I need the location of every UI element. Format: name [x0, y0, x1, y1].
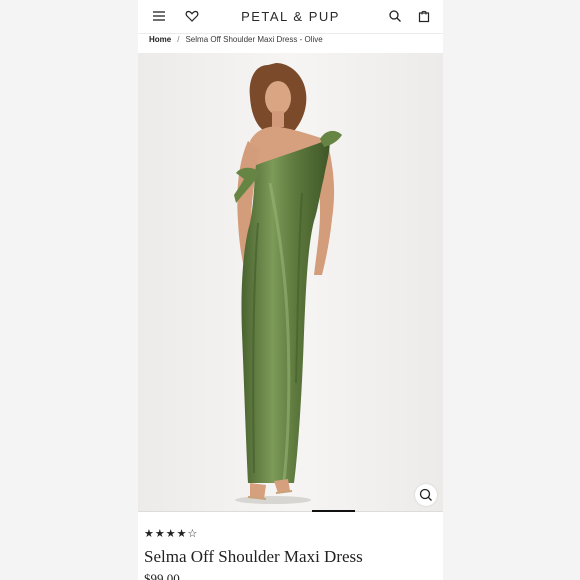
breadcrumb: Home / Selma Off Shoulder Maxi Dress - Oli… [149, 35, 323, 44]
breadcrumb-current: Selma Off Shoulder Maxi Dress - Olive [185, 35, 323, 44]
product-price: $99.00 [144, 571, 180, 580]
search-icon[interactable] [388, 9, 402, 23]
mobile-product-page: PETAL & PUP Home / Selma Off Shoulder Maxi… [138, 0, 443, 580]
breadcrumb-separator: / [177, 35, 180, 44]
product-image[interactable] [138, 53, 443, 512]
breadcrumb-home-link[interactable]: Home [149, 35, 171, 44]
model-dress-illustration [138, 53, 443, 512]
gallery-progress-indicator [312, 510, 355, 512]
site-header: PETAL & PUP [138, 0, 443, 34]
bag-icon[interactable] [417, 9, 431, 23]
gallery-progress-track [138, 510, 443, 512]
zoom-search-icon [419, 488, 432, 501]
zoom-button[interactable] [415, 484, 437, 506]
rating-stars[interactable]: ★★★★☆ [144, 527, 198, 540]
product-title: Selma Off Shoulder Maxi Dress [144, 547, 363, 566]
